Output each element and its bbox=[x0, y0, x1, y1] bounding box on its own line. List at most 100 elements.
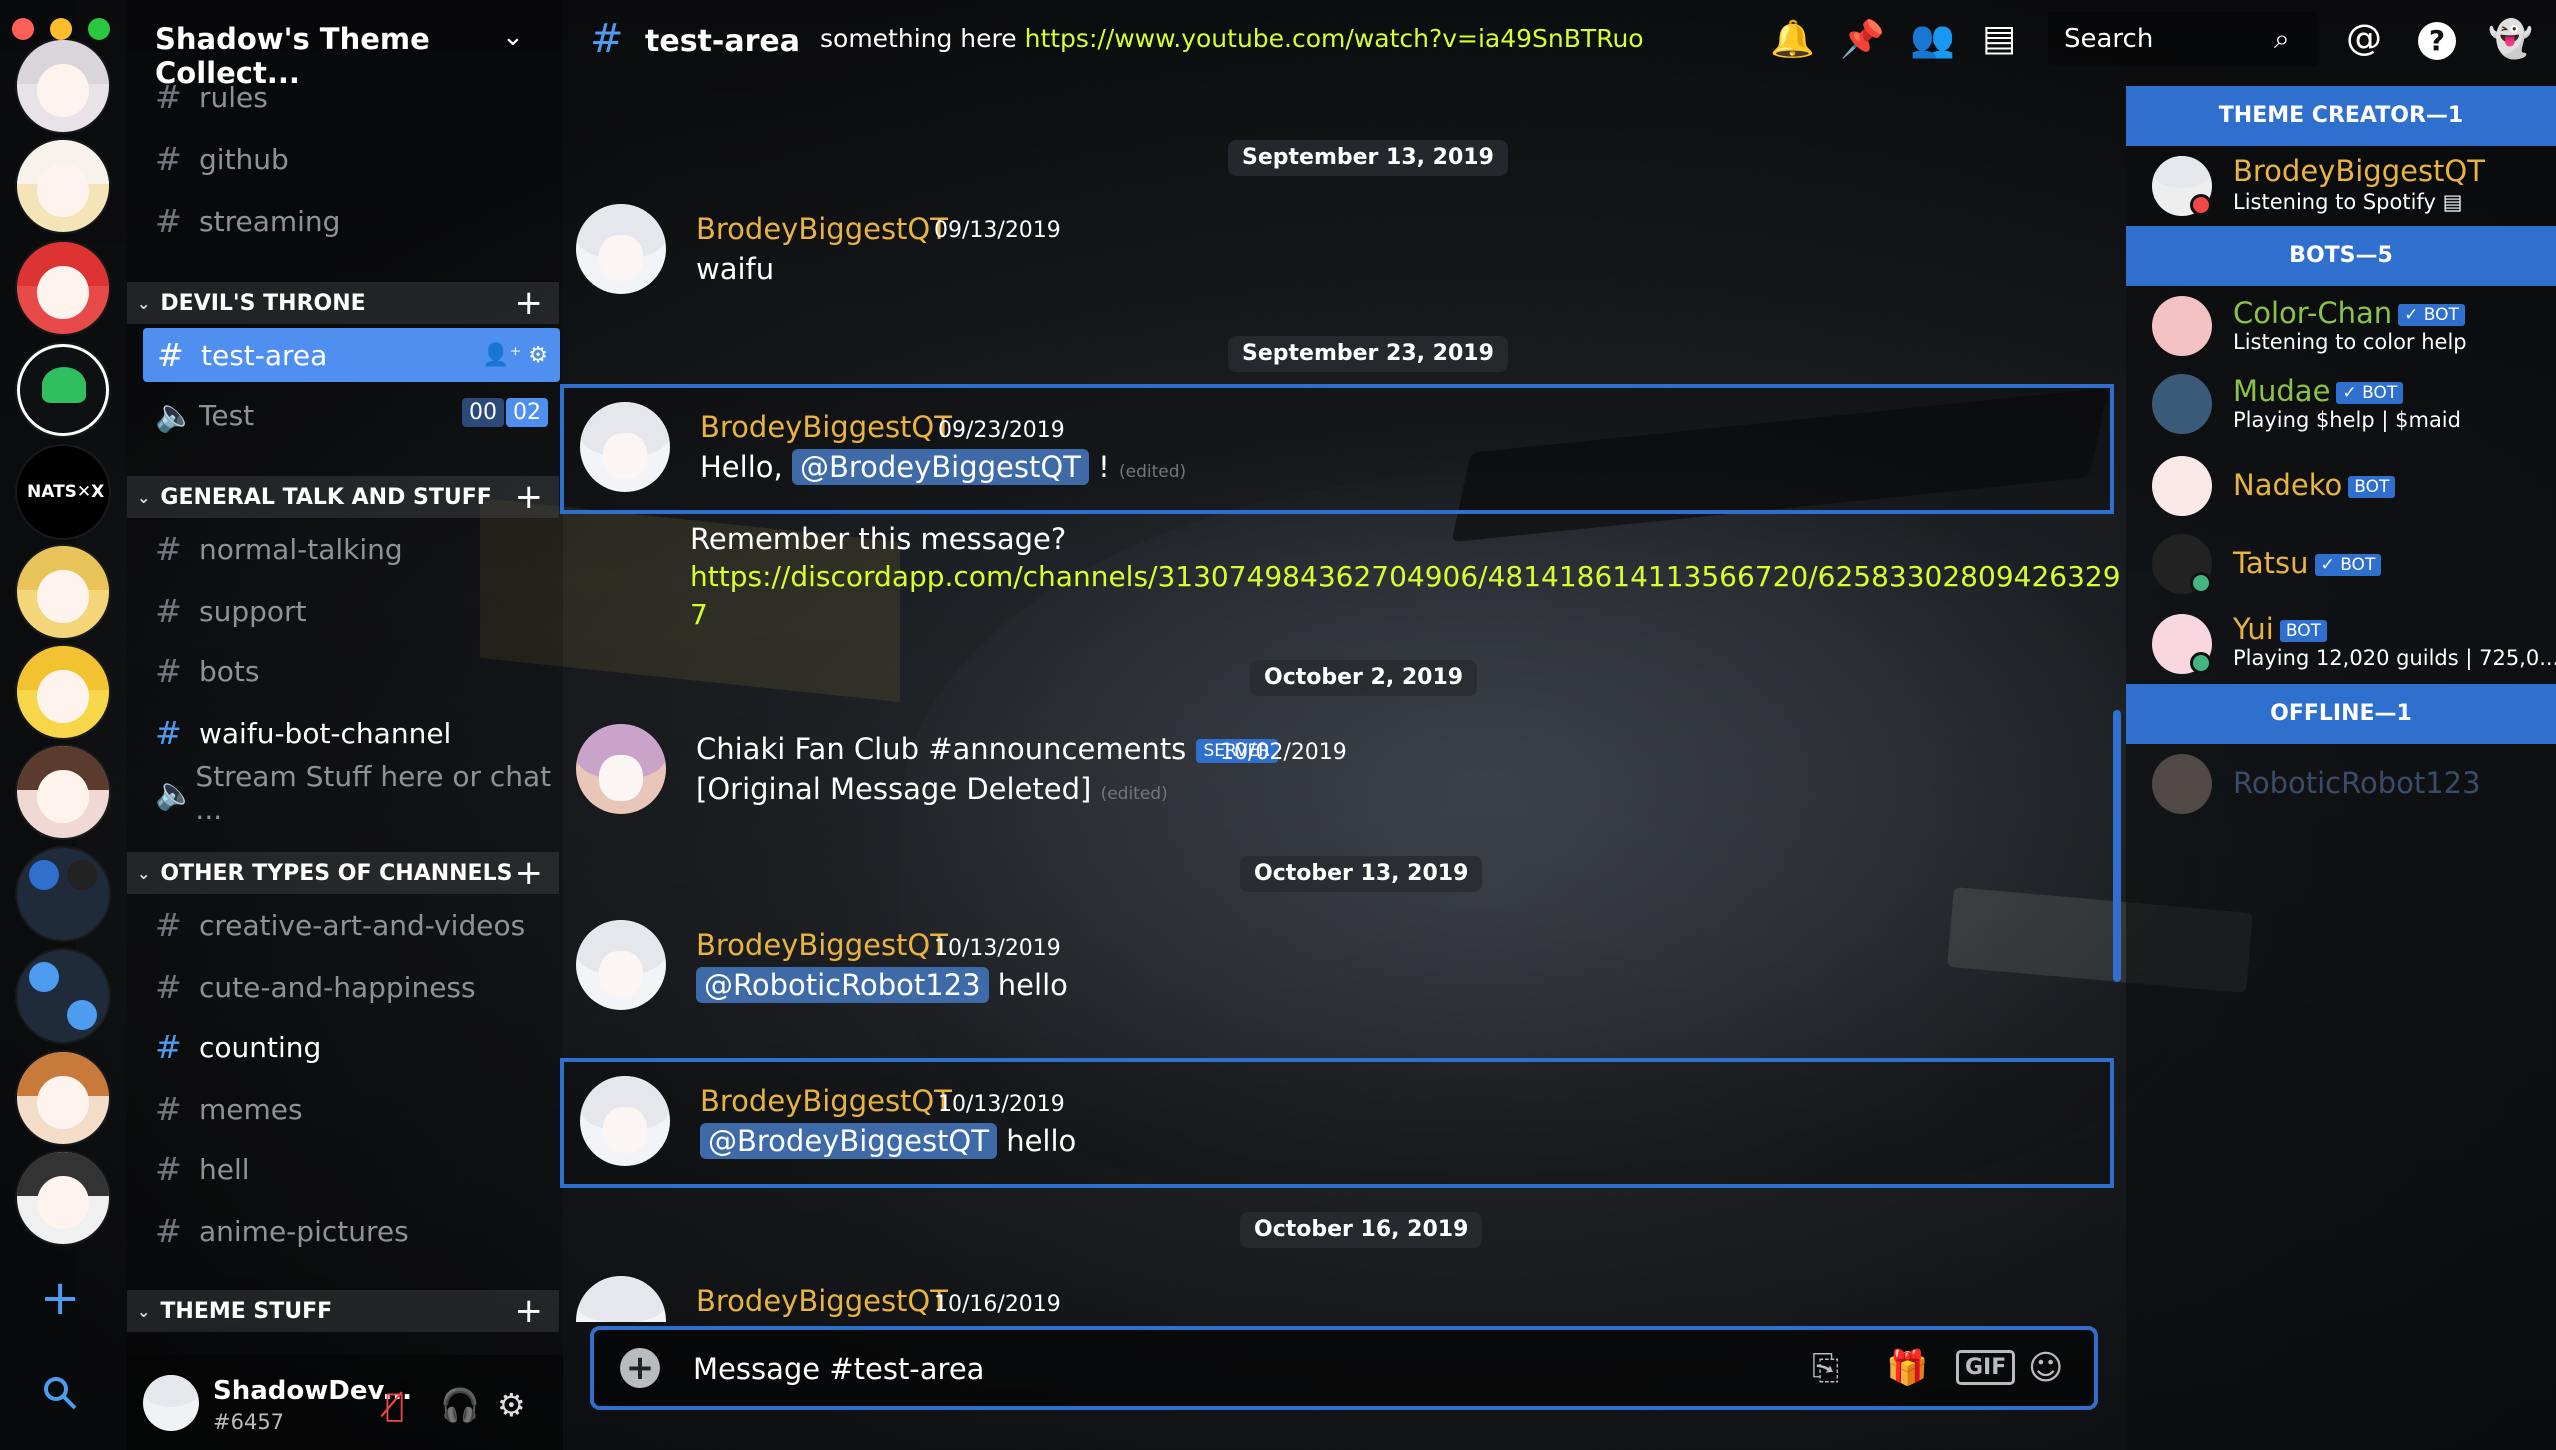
message-link-wrap[interactable]: 7 bbox=[690, 598, 708, 631]
speaker-icon: 🔈 bbox=[155, 774, 195, 812]
server-icon-natsx[interactable]: NATS✕X bbox=[17, 446, 109, 538]
server-icon-11[interactable] bbox=[17, 1052, 109, 1144]
gift-icon[interactable]: 🎁 bbox=[1886, 1348, 1928, 1388]
member-name[interactable]: Tatsu ✓ BOT bbox=[2233, 546, 2382, 580]
member-name[interactable]: Nadeko BOT bbox=[2233, 468, 2396, 502]
bell-icon[interactable]: 🔔 bbox=[1770, 18, 1815, 60]
mention-icon[interactable]: @ bbox=[2346, 18, 2382, 59]
user-mention[interactable]: @BrodeyBiggestQT bbox=[700, 1123, 997, 1159]
avatar[interactable] bbox=[2152, 374, 2212, 434]
status-online-icon bbox=[2190, 572, 2212, 594]
message-content: [Original Message Deleted] (edited) bbox=[696, 772, 1168, 806]
avatar[interactable] bbox=[2152, 296, 2212, 356]
add-channel-icon[interactable]: + bbox=[515, 283, 544, 323]
add-channel-icon[interactable]: + bbox=[515, 1291, 544, 1331]
window-minimize-button[interactable] bbox=[50, 18, 72, 40]
message-author[interactable]: BrodeyBiggestQT bbox=[696, 212, 948, 246]
ghost-icon[interactable]: 👻 bbox=[2488, 18, 2533, 60]
avatar[interactable] bbox=[576, 1276, 666, 1322]
hash-icon: # bbox=[155, 78, 182, 116]
help-icon[interactable]: ? bbox=[2418, 22, 2456, 60]
channel-waifu-bot[interactable]: # waifu-bot-channel bbox=[155, 708, 555, 758]
translate-icon[interactable]: ⎘ bbox=[1812, 1348, 1839, 1388]
member-activity: Listening to Spotify ▤ bbox=[2233, 190, 2463, 214]
invite-settings-icon[interactable]: 👤⁺ ⚙ bbox=[482, 343, 548, 368]
bot-tag: ✓ BOT bbox=[2336, 382, 2404, 404]
emoji-icon[interactable]: ☺ bbox=[2028, 1348, 2063, 1388]
topic-link[interactable]: https://www.youtube.com/watch?v=ia49SnBT… bbox=[1025, 24, 1644, 53]
window-close-button[interactable] bbox=[12, 18, 34, 40]
message-author[interactable]: BrodeyBiggestQT bbox=[696, 928, 948, 962]
message-author[interactable]: BrodeyBiggestQT bbox=[696, 1284, 948, 1318]
add-channel-icon[interactable]: + bbox=[515, 477, 544, 517]
server-icon-4[interactable] bbox=[17, 344, 109, 436]
headphones-icon[interactable]: 🎧 bbox=[440, 1386, 480, 1424]
voice-user-count: 00 02 bbox=[460, 398, 548, 427]
message-author[interactable]: BrodeyBiggestQT bbox=[700, 1084, 952, 1118]
channel-cute[interactable]: # cute-and-happiness bbox=[155, 962, 555, 1012]
member-name[interactable]: Mudae ✓ BOT bbox=[2233, 374, 2404, 408]
inbox-icon[interactable]: ▤ bbox=[1982, 18, 2016, 59]
message-input[interactable]: Message #test-area bbox=[693, 1352, 984, 1386]
add-server-icon[interactable]: + bbox=[40, 1270, 80, 1326]
channel-anime-pictures[interactable]: # anime-pictures bbox=[155, 1206, 555, 1256]
avatar[interactable] bbox=[576, 724, 666, 814]
add-channel-icon[interactable]: + bbox=[515, 853, 544, 893]
channel-streaming[interactable]: # streaming bbox=[155, 196, 555, 246]
category-devils-throne[interactable]: ⌄ DEVIL'S THRONE + bbox=[127, 282, 559, 324]
server-icon-6[interactable] bbox=[17, 546, 109, 638]
channel-rules[interactable]: # rules bbox=[155, 72, 555, 122]
gif-button[interactable]: GIF bbox=[1956, 1350, 2016, 1385]
channel-github[interactable]: # github bbox=[155, 134, 555, 184]
channel-hell[interactable]: # hell bbox=[155, 1144, 555, 1194]
server-icon-1[interactable] bbox=[17, 40, 109, 132]
avatar[interactable] bbox=[580, 402, 670, 492]
channel-test-area[interactable]: # test-area 👤⁺ ⚙ bbox=[143, 328, 560, 382]
user-mention[interactable]: @BrodeyBiggestQT bbox=[791, 449, 1089, 485]
server-folder-2[interactable] bbox=[17, 950, 109, 1042]
server-icon-7[interactable] bbox=[17, 646, 109, 738]
avatar[interactable] bbox=[2152, 456, 2212, 516]
user-mention[interactable]: @RoboticRobot123 bbox=[696, 967, 989, 1003]
pin-icon[interactable]: 📌 bbox=[1840, 18, 1885, 60]
channel-creative[interactable]: # creative-art-and-videos bbox=[155, 900, 555, 950]
member-name[interactable]: Color-Chan ✓ BOT bbox=[2233, 296, 2465, 330]
avatar[interactable] bbox=[576, 204, 666, 294]
hash-icon: # bbox=[155, 140, 182, 178]
channel-bots[interactable]: # bots bbox=[155, 646, 555, 696]
server-icon-12[interactable] bbox=[17, 1152, 109, 1244]
avatar[interactable] bbox=[2152, 754, 2212, 814]
avatar[interactable] bbox=[576, 920, 666, 1010]
mute-icon[interactable]: 🎙̸ bbox=[385, 1386, 404, 1424]
channel-counting[interactable]: # counting bbox=[155, 1022, 555, 1072]
member-name[interactable]: RoboticRobot123 bbox=[2233, 766, 2481, 800]
server-icon-8[interactable] bbox=[17, 746, 109, 838]
member-name[interactable]: Yui BOT bbox=[2233, 612, 2327, 646]
category-theme-stuff[interactable]: ⌄ THEME STUFF + bbox=[127, 1290, 559, 1332]
avatar[interactable] bbox=[580, 1076, 670, 1166]
member-name[interactable]: BrodeyBiggestQT bbox=[2233, 154, 2485, 188]
explore-icon[interactable] bbox=[42, 1375, 78, 1421]
message-author[interactable]: BrodeyBiggestQT bbox=[700, 410, 952, 444]
category-other[interactable]: ⌄ OTHER TYPES OF CHANNELS + bbox=[127, 852, 559, 894]
chevron-down-icon[interactable]: ⌄ bbox=[502, 22, 524, 52]
scrollbar[interactable] bbox=[2113, 710, 2121, 982]
server-folder-1[interactable] bbox=[17, 848, 109, 940]
member-activity: Playing $help | $maid bbox=[2233, 408, 2461, 432]
avatar[interactable] bbox=[143, 1375, 199, 1431]
voice-channel-stream[interactable]: 🔈 Stream Stuff here or chat ... bbox=[155, 760, 555, 826]
settings-icon[interactable]: ⚙ bbox=[497, 1386, 526, 1424]
server-icon-2[interactable] bbox=[17, 140, 109, 232]
message-link[interactable]: https://discordapp.com/channels/31307498… bbox=[690, 560, 2121, 593]
members-icon[interactable]: 👥 bbox=[1910, 18, 1955, 60]
channel-memes[interactable]: # memes bbox=[155, 1084, 555, 1134]
hash-icon: # bbox=[155, 1212, 182, 1250]
message-author[interactable]: Chiaki Fan Club #announcements SERVER bbox=[696, 732, 1279, 766]
channel-normal-talking[interactable]: # normal-talking bbox=[155, 524, 555, 574]
channel-support[interactable]: # support bbox=[155, 586, 555, 636]
server-icon-3[interactable] bbox=[17, 242, 109, 334]
upload-icon[interactable]: + bbox=[620, 1348, 660, 1388]
category-general[interactable]: ⌄ GENERAL TALK AND STUFF + bbox=[127, 476, 559, 518]
search-icon[interactable]: ⌕ bbox=[2274, 22, 2290, 56]
window-zoom-button[interactable] bbox=[88, 18, 110, 40]
